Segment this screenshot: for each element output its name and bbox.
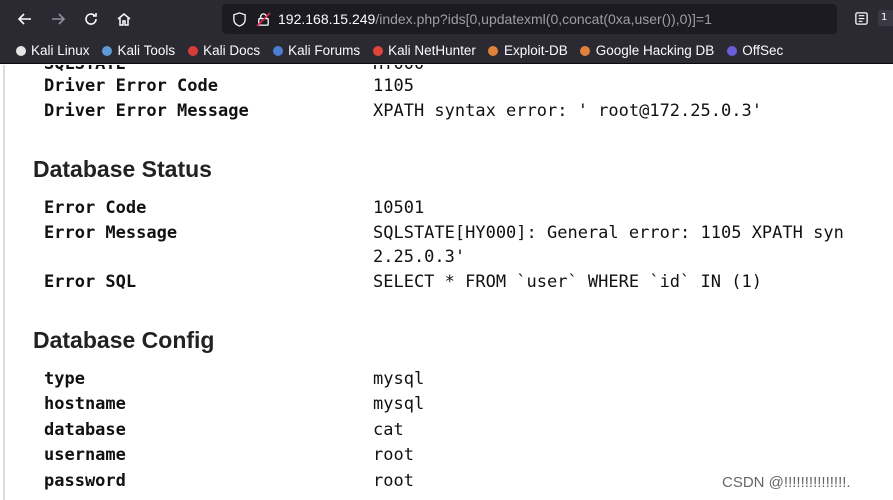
bookmark-label: Kali NetHunter <box>388 43 476 58</box>
bookmark-kali-nethunter[interactable]: Kali NetHunter <box>371 43 476 58</box>
config-database-key: database <box>44 420 126 440</box>
bookmark-label: Kali Forums <box>288 43 361 58</box>
bookmark-kali-docs[interactable]: Kali Docs <box>186 43 260 58</box>
config-username-key: username <box>44 445 126 465</box>
bookmark-label: Exploit-DB <box>503 43 568 58</box>
error-message-key: Error Message <box>44 223 178 243</box>
url-path: /index.php?ids[0,updatexml(0,concat(0xa,… <box>375 11 712 27</box>
config-type-key: type <box>44 369 85 389</box>
nethunter-icon <box>371 44 384 57</box>
bookmark-label: Kali Tools <box>117 43 176 58</box>
bookmark-label: OffSec <box>742 43 784 58</box>
database-config-heading: Database Config <box>33 327 215 353</box>
kali-forums-icon <box>271 44 284 57</box>
reload-icon <box>85 13 97 25</box>
config-password-key: password <box>44 471 126 491</box>
kali-tools-icon <box>101 44 114 57</box>
bookmark-google-hacking-db[interactable]: Google Hacking DB <box>579 43 715 58</box>
url-host: 192.168.15.249 <box>278 11 376 27</box>
driver-error-message-key: Driver Error Message <box>44 101 249 121</box>
config-type-value: mysql <box>373 369 425 389</box>
back-button[interactable] <box>10 4 40 34</box>
page-left-border <box>3 65 5 500</box>
config-hostname-value: mysql <box>373 394 425 414</box>
reload-button[interactable] <box>76 4 106 34</box>
tracking-shield-icon[interactable] <box>230 10 248 28</box>
error-message-value-cont: 2.25.0.3' <box>373 247 466 267</box>
page-content: SQLSTATE HY000 Driver Error Code 1105 Dr… <box>0 65 893 500</box>
bookmark-label: Kali Docs <box>203 43 261 58</box>
sqlstate-value: HY000 <box>373 65 424 74</box>
home-button[interactable] <box>109 4 139 34</box>
bookmark-label: Kali Linux <box>31 43 90 58</box>
database-status-heading: Database Status <box>33 156 212 182</box>
bookmarks-bar: Kali Linux Kali Tools Kali Docs Kali Forums… <box>0 38 893 64</box>
bookmark-kali-linux[interactable]: Kali Linux <box>14 43 90 58</box>
browser-toolbar: 192.168.15.249/index.php?ids[0,updatexml… <box>0 0 893 38</box>
config-username-value: root <box>373 445 414 465</box>
bookmark-kali-tools[interactable]: Kali Tools <box>101 43 176 58</box>
exploit-db-icon <box>487 44 500 57</box>
home-icon <box>117 13 131 26</box>
insecure-lock-icon[interactable] <box>254 10 272 28</box>
config-database-value: cat <box>373 420 404 440</box>
driver-error-code-value: 1105 <box>373 76 414 96</box>
driver-error-message-value: XPATH syntax error: ' root@172.25.0.3' <box>373 101 762 121</box>
error-code-value: 10501 <box>373 198 425 218</box>
kali-docs-icon <box>186 44 199 57</box>
kali-dragon-icon <box>14 44 27 57</box>
driver-error-code-key: Driver Error Code <box>44 76 218 96</box>
config-password-value: root <box>373 471 414 491</box>
error-sql-value: SELECT * FROM `user` WHERE `id` IN (1) <box>373 272 762 292</box>
bookmark-label: Google Hacking DB <box>595 43 715 58</box>
forward-button[interactable] <box>43 4 73 34</box>
error-code-key: Error Code <box>44 198 147 218</box>
extension-badge[interactable]: 1 <box>878 10 893 26</box>
arrow-right-icon <box>52 13 66 25</box>
offsec-icon <box>725 44 738 57</box>
bookmark-offsec[interactable]: OffSec <box>725 43 783 58</box>
arrow-left-icon <box>17 13 31 25</box>
address-bar[interactable]: 192.168.15.249/index.php?ids[0,updatexml… <box>222 4 837 34</box>
error-sql-key: Error SQL <box>44 272 137 292</box>
reader-view-button[interactable] <box>852 9 870 27</box>
csdn-watermark: CSDN @!!!!!!!!!!!!!!!. <box>722 474 851 491</box>
error-message-value: SQLSTATE[HY000]: General error: 1105 XPA… <box>373 223 844 243</box>
sqlstate-key: SQLSTATE <box>44 65 126 74</box>
reader-view-icon <box>854 11 868 25</box>
bookmark-kali-forums[interactable]: Kali Forums <box>271 43 360 58</box>
ghdb-icon <box>579 44 592 57</box>
config-hostname-key: hostname <box>44 394 126 414</box>
bookmark-exploit-db[interactable]: Exploit-DB <box>487 43 568 58</box>
